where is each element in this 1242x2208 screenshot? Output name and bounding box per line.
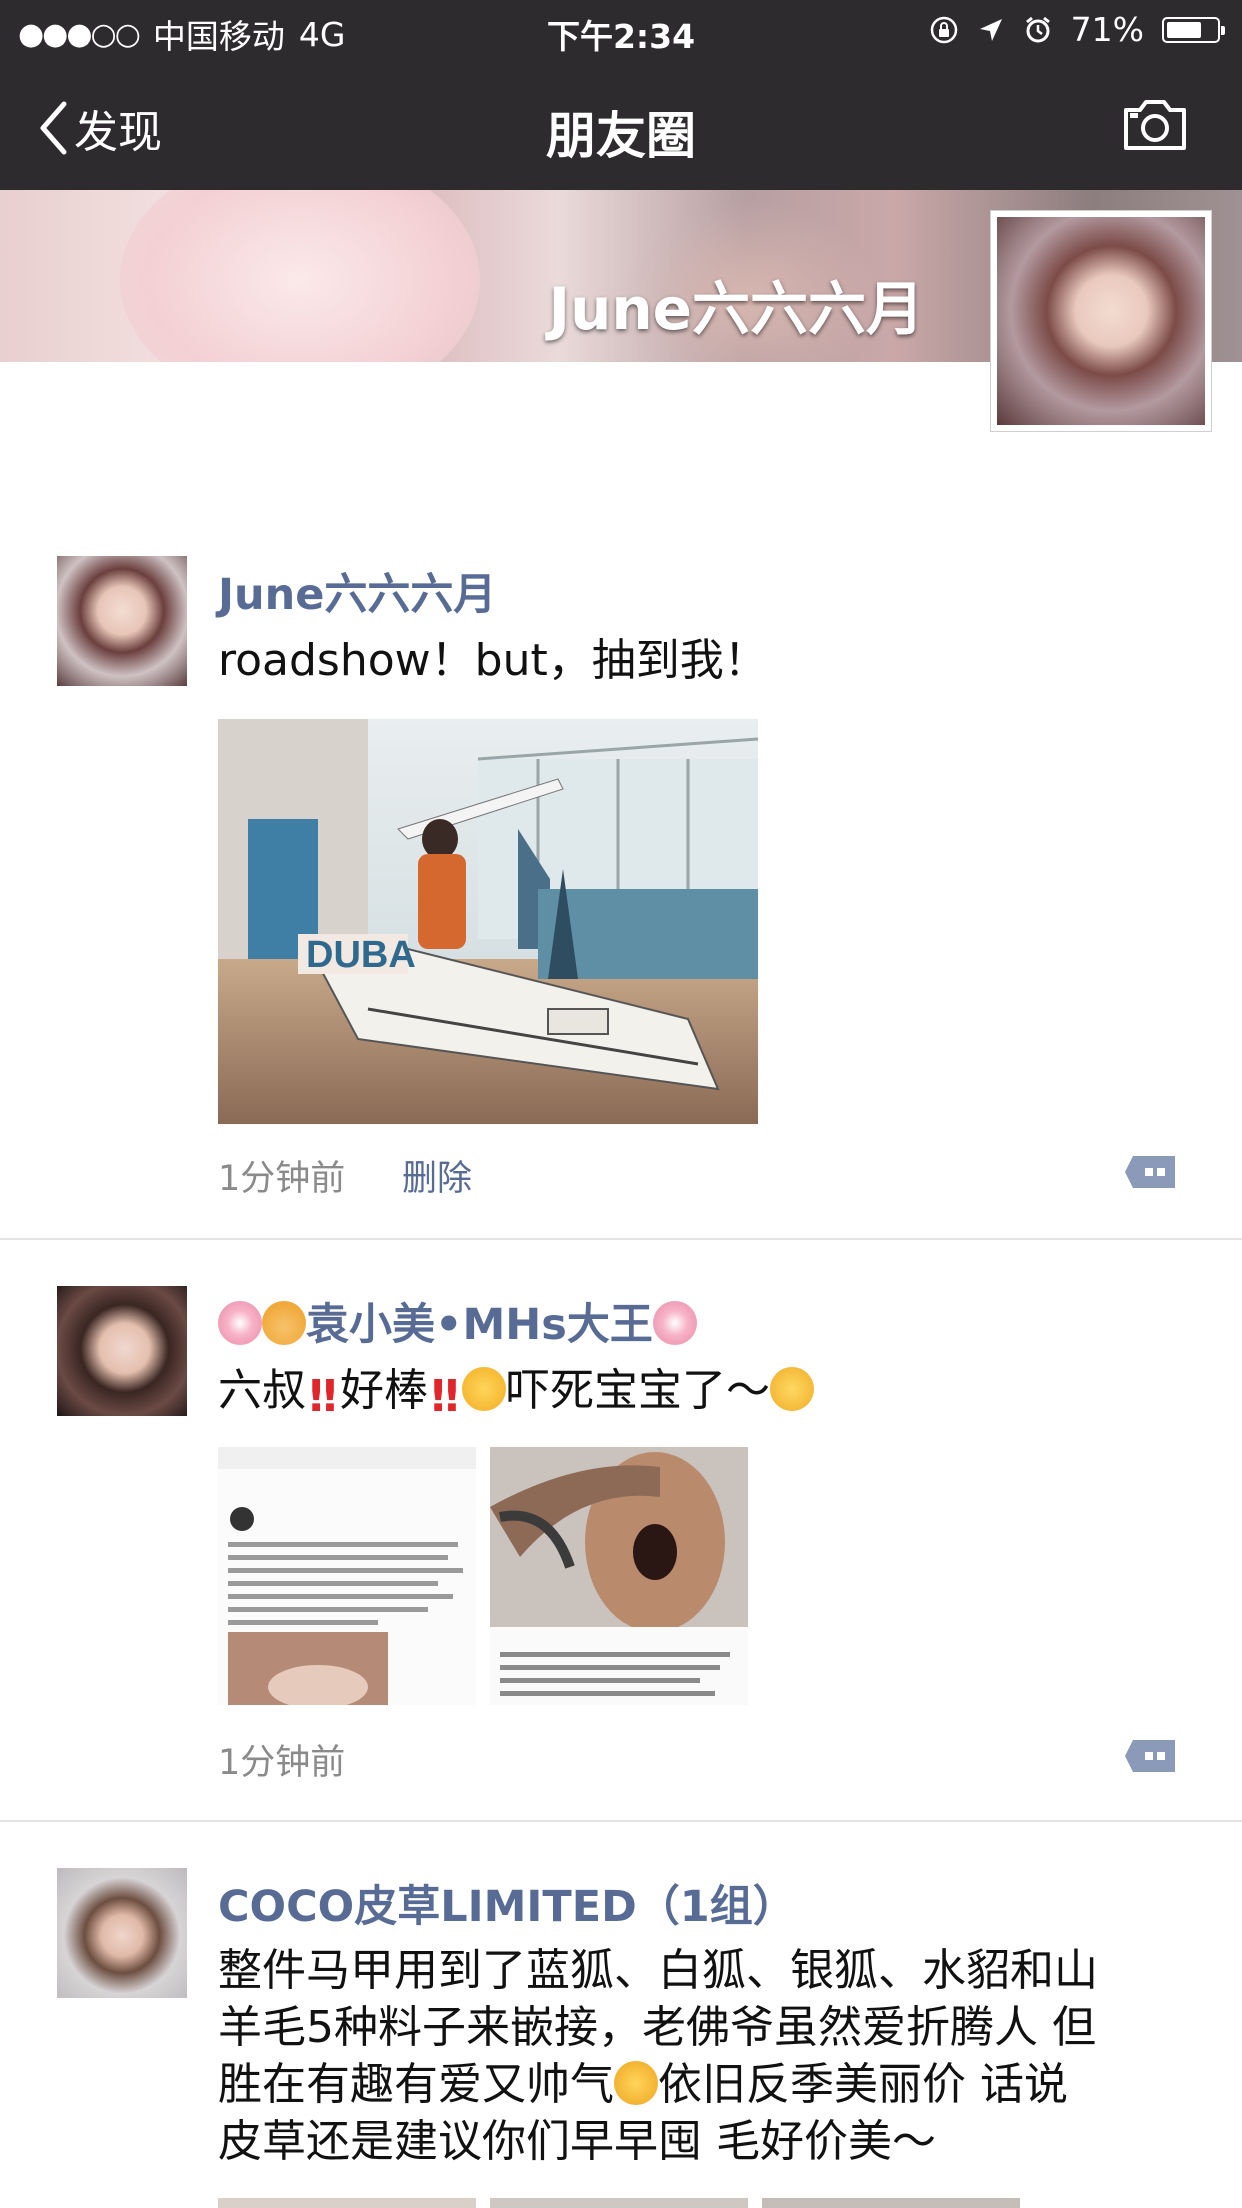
avatar-image <box>57 556 187 686</box>
double-exclamation-icon: ‼ <box>431 1371 459 1422</box>
comment-menu-button[interactable] <box>1123 1154 1177 1190</box>
location-icon <box>979 18 1002 41</box>
post-text-line: 胜在有趣有爱又帅气 依旧反季美丽价 话说 <box>218 2056 1188 2113</box>
page-title: 朋友圈 <box>546 107 696 165</box>
battery-percent: 71% <box>1070 10 1144 49</box>
tears-of-joy-emoji-icon <box>462 1367 506 1411</box>
post-author[interactable]: 袁小美•MHs大王 <box>218 1290 697 1352</box>
post-photo[interactable] <box>762 2198 1020 2208</box>
post-text: 整件马甲用到了蓝狐、白狐、银狐、水貂和山 羊毛5种料子来嵌接，老佛爷虽然爱折腾人… <box>218 1942 1188 2170</box>
comment-menu-icon <box>1125 1156 1175 1188</box>
svg-text:DUBA: DUBA <box>306 934 416 976</box>
post-photo[interactable] <box>490 1447 748 1705</box>
screenshot-thumbnail <box>218 1447 476 1705</box>
orientation-lock-icon <box>930 16 957 43</box>
post-time: 1分钟前 <box>218 1743 346 1783</box>
double-exclamation-icon: ‼ <box>309 1371 337 1422</box>
avatar-image <box>57 1286 187 1416</box>
alarm-icon <box>1025 16 1050 42</box>
battery-fill <box>1167 21 1201 38</box>
post-text-part: 胜在有趣有爱又帅气 <box>218 2059 614 2110</box>
post-text-line: 整件马甲用到了蓝狐、白狐、银狐、水貂和山 <box>218 1945 1098 1996</box>
yawning-man-photo <box>490 1447 748 1705</box>
post-photo[interactable] <box>490 2198 748 2208</box>
post-avatar[interactable] <box>57 1868 187 1998</box>
post-text-line: 羊毛5种料子来嵌接，老佛爷虽然爱折腾人 但 <box>218 2002 1096 2053</box>
post-text-part: 六叔 <box>218 1365 306 1416</box>
post-author-name: 袁小美•MHs大王 <box>306 1300 653 1350</box>
nav-bar: 发现 朋友圈 <box>0 62 1242 190</box>
post-author[interactable]: June六六六月 <box>218 560 496 622</box>
post-text-part: 吓死宝宝了～ <box>506 1365 770 1416</box>
post-photo[interactable] <box>218 1447 476 1705</box>
post-photo[interactable]: DUBA <box>218 719 758 1124</box>
status-right: 71% <box>929 10 1225 49</box>
camera-icon <box>1124 100 1186 150</box>
profile-avatar-image <box>997 217 1205 425</box>
princess-emoji-icon <box>262 1301 306 1345</box>
comment-menu-icon <box>1125 1740 1175 1772</box>
post-text: roadshow！but，抽到我！ <box>218 635 768 686</box>
profile-avatar[interactable] <box>990 210 1212 432</box>
delete-link[interactable]: 删除 <box>402 1150 472 1201</box>
post-text-part: 好棒 <box>340 1365 428 1416</box>
post-text-part: 依旧反季美丽价 话说 <box>658 2059 1068 2110</box>
cherry-blossom-icon <box>218 1301 262 1345</box>
battery-icon <box>1162 16 1225 43</box>
cover-username: June六六六月 <box>548 275 925 343</box>
post-time: 1分钟前 <box>218 1159 346 1199</box>
roadshow-photo-illustration: DUBA <box>218 719 758 1124</box>
post-text-line: 皮草还是建议你们早早囤 毛好价美～ <box>218 2116 936 2167</box>
avatar-image <box>57 1868 187 1998</box>
post-photo[interactable] <box>218 2198 476 2208</box>
post-text: 六叔‼好棒‼ 吓死宝宝了～ <box>218 1362 1188 1419</box>
cherry-blossom-icon <box>652 1301 697 1345</box>
camera-button[interactable] <box>1122 98 1188 154</box>
yum-emoji-icon <box>770 1367 814 1411</box>
post-avatar[interactable] <box>57 1286 187 1416</box>
post-author[interactable]: COCO皮草LIMITED（1组） <box>218 1872 796 1934</box>
status-bar: ●●●○○ 中国移动 4G 下午2:34 71% <box>0 0 1242 62</box>
post-avatar[interactable] <box>57 556 187 686</box>
comment-menu-button[interactable] <box>1123 1738 1177 1774</box>
grinning-emoji-icon <box>614 2061 658 2105</box>
post-divider <box>0 1238 1242 1240</box>
post-divider <box>0 1820 1242 1822</box>
